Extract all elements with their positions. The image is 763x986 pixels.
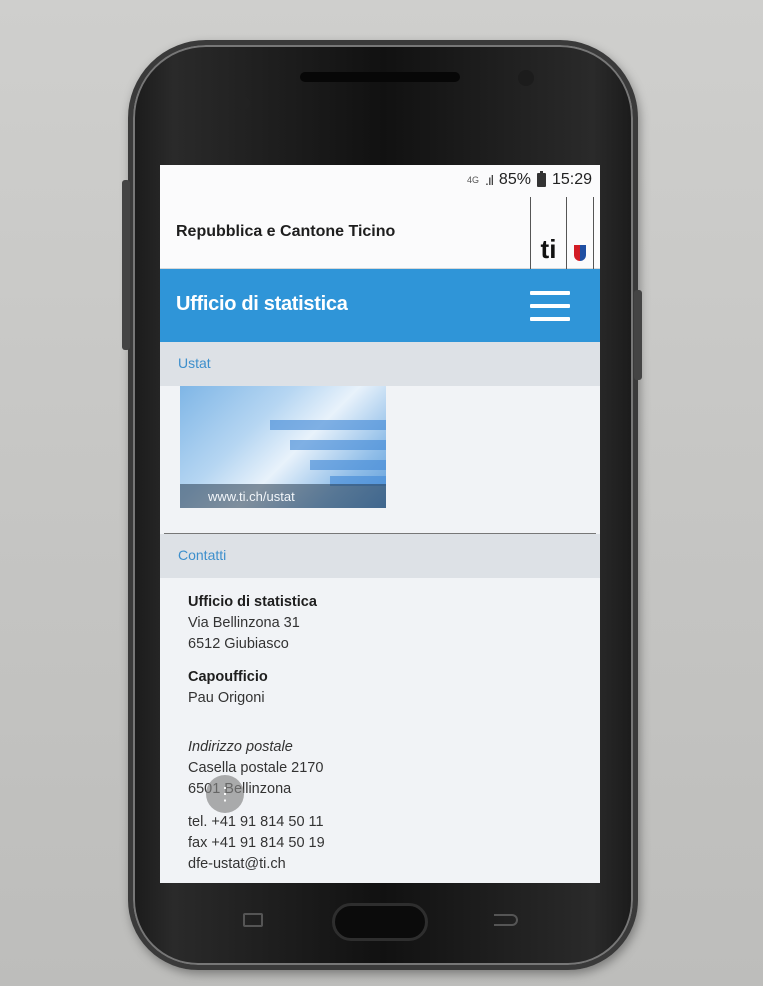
shield-icon: [567, 197, 594, 269]
more-options-icon[interactable]: ⋮: [206, 775, 244, 813]
signal-icon: .ıl: [485, 172, 494, 188]
volume-button: [122, 180, 130, 350]
brand-title[interactable]: Repubblica e Cantone Ticino: [176, 223, 395, 241]
canton-logo[interactable]: ti: [530, 197, 594, 269]
power-button: [634, 290, 642, 380]
postal-city: 6501 Bellinzona: [188, 781, 292, 797]
banner-caption: www.ti.ch/ustat: [180, 484, 386, 508]
fax-number: fax +41 91 814 50 19: [188, 835, 325, 851]
banner-stripe: [290, 440, 386, 450]
office-street: Via Bellinzona 31: [188, 615, 300, 631]
page-titlebar: Ufficio di statistica: [160, 269, 600, 342]
back-icon[interactable]: [494, 914, 518, 926]
contact-block: Ufficio di statistica Via Bellinzona 31 …: [160, 578, 600, 875]
postal-box: Casella postale 2170: [188, 760, 324, 776]
proximity-sensor: [236, 96, 250, 110]
recents-icon[interactable]: [243, 913, 263, 927]
phone-screen: 4G .ıl 85% 15:29 Repubblica e Cantone Ti…: [160, 165, 600, 883]
ustat-banner-image[interactable]: www.ti.ch/ustat: [180, 386, 386, 508]
head-name: Pau Origoni: [188, 690, 265, 706]
ustat-banner-row: www.ti.ch/ustat: [160, 386, 600, 533]
clock: 15:29: [551, 171, 592, 188]
section-heading-ustat: Ustat: [160, 342, 600, 386]
phone-number-link[interactable]: tel. +41 91 814 50 11: [188, 812, 600, 833]
page-title[interactable]: Ufficio di statistica: [176, 293, 348, 316]
office-name: Ufficio di statistica: [188, 594, 317, 610]
ti-logo-text: ti: [531, 197, 567, 269]
banner-stripe: [270, 420, 386, 430]
network-indicator: 4G: [467, 174, 480, 185]
office-city: 6512 Giubiasco: [188, 636, 289, 652]
head-label: Capoufficio: [188, 669, 268, 685]
postal-label: Indirizzo postale: [188, 739, 293, 755]
brand-header: Repubblica e Cantone Ticino ti: [160, 195, 600, 269]
section-heading-contatti: Contatti: [160, 534, 600, 578]
front-camera: [518, 70, 534, 86]
banner-stripe: [310, 460, 386, 470]
home-button[interactable]: [332, 903, 428, 941]
battery-level: 85%: [498, 171, 531, 188]
earpiece: [300, 72, 460, 82]
menu-icon[interactable]: [530, 291, 570, 321]
status-bar: 4G .ıl 85% 15:29: [160, 165, 600, 195]
email-link[interactable]: dfe-ustat@ti.ch: [188, 854, 600, 875]
battery-icon: [536, 171, 546, 187]
